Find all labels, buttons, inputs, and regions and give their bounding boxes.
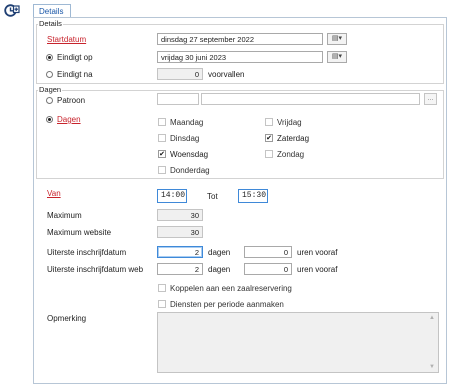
- tot-label: Tot: [207, 192, 218, 201]
- uiterste-dagen-value: 2: [194, 248, 199, 257]
- zondag-checkbox[interactable]: [265, 150, 273, 158]
- maximum-website-label: Maximum website: [47, 228, 112, 237]
- maximum-label: Maximum: [47, 211, 82, 220]
- uiterste-inschrijfdatum-web-label: Uiterste inschrijfdatum web: [47, 265, 144, 274]
- zondag-label: Zondag: [277, 150, 305, 159]
- patroon-radio[interactable]: [46, 97, 53, 104]
- van-time-value: 14:00: [161, 191, 186, 200]
- uiterste-dagen-field[interactable]: 2: [157, 246, 203, 258]
- eindigt-na-value: 0: [194, 70, 199, 79]
- eindigt-op-value: vrijdag 30 juni 2023: [161, 53, 227, 62]
- vrijdag-checkbox[interactable]: [265, 118, 273, 126]
- donderdag-label: Donderdag: [170, 166, 210, 175]
- van-label: Van: [47, 189, 61, 198]
- tot-time-field[interactable]: 15:30: [238, 189, 268, 203]
- maximum-value: 30: [190, 211, 199, 220]
- details-group-title: Details: [38, 19, 63, 28]
- uiterste-uren-value: 0: [283, 248, 288, 257]
- dagen-label: Dagen: [57, 115, 81, 124]
- eindigt-op-field[interactable]: vrijdag 30 juni 2023: [157, 51, 323, 63]
- dinsdag-label: Dinsdag: [170, 134, 200, 143]
- uiterste-inschrijfdatum-label: Uiterste inschrijfdatum: [47, 248, 127, 257]
- eindigt-op-label: Eindigt op: [57, 53, 93, 62]
- uiterste-web-dagen-value: 2: [194, 265, 199, 274]
- eindigt-na-label: Eindigt na: [57, 70, 93, 79]
- maximum-website-field[interactable]: 30: [157, 226, 203, 238]
- maandag-checkbox[interactable]: [158, 118, 166, 126]
- woensdag-checkbox[interactable]: ✔: [158, 150, 166, 158]
- scroll-down-icon[interactable]: ▼: [429, 364, 435, 370]
- startdatum-calendar-button[interactable]: ▤▾: [327, 33, 347, 45]
- diensten-label: Diensten per periode aanmaken: [170, 300, 284, 309]
- koppelen-checkbox[interactable]: [158, 284, 166, 292]
- koppelen-label: Koppelen aan een zaalreservering: [170, 284, 292, 293]
- startdatum-value: dinsdag 27 september 2022: [161, 35, 254, 44]
- dagen-radio[interactable]: [46, 116, 53, 123]
- uiterste-web-uren-field[interactable]: 0: [244, 263, 292, 275]
- eindigt-op-radio[interactable]: [46, 54, 53, 61]
- dagen-group-title: Dagen: [38, 85, 63, 94]
- woensdag-label: Woensdag: [170, 150, 209, 159]
- uiterste-uren-field[interactable]: 0: [244, 246, 292, 258]
- uiterste-dagen-suffix: dagen: [208, 248, 231, 257]
- clock-icon: [4, 4, 20, 17]
- opmerking-label: Opmerking: [47, 314, 87, 323]
- uiterste-uren-suffix: uren vooraf: [297, 248, 338, 257]
- tot-time-value: 15:30: [242, 191, 267, 200]
- patroon-browse-button[interactable]: ...: [424, 93, 437, 105]
- zaterdag-checkbox[interactable]: ✔: [265, 134, 273, 142]
- uiterste-web-uren-value: 0: [283, 265, 288, 274]
- vrijdag-label: Vrijdag: [277, 118, 302, 127]
- patroon-field-2[interactable]: [201, 93, 420, 105]
- scroll-up-icon[interactable]: ▲: [429, 315, 435, 321]
- eindigt-na-field[interactable]: 0: [157, 68, 203, 80]
- eindigt-na-suffix: voorvallen: [208, 70, 245, 79]
- uiterste-web-dagen-suffix: dagen: [208, 265, 231, 274]
- eindigt-op-calendar-button[interactable]: ▤▾: [327, 51, 347, 63]
- patroon-field-1[interactable]: [157, 93, 199, 105]
- diensten-checkbox[interactable]: [158, 300, 166, 308]
- maximum-website-value: 30: [190, 228, 199, 237]
- maximum-field[interactable]: 30: [157, 209, 203, 221]
- dinsdag-checkbox[interactable]: [158, 134, 166, 142]
- uiterste-web-dagen-field[interactable]: 2: [157, 263, 203, 275]
- uiterste-web-uren-suffix: uren vooraf: [297, 265, 338, 274]
- startdatum-label: Startdatum: [47, 35, 87, 44]
- donderdag-checkbox[interactable]: [158, 166, 166, 174]
- patroon-label: Patroon: [57, 96, 86, 105]
- startdatum-field[interactable]: dinsdag 27 september 2022: [157, 33, 323, 45]
- zaterdag-label: Zaterdag: [277, 134, 310, 143]
- van-time-field[interactable]: 14:00: [157, 189, 187, 203]
- maandag-label: Maandag: [170, 118, 204, 127]
- eindigt-na-radio[interactable]: [46, 71, 53, 78]
- opmerking-textarea[interactable]: [157, 312, 439, 373]
- tab-details[interactable]: Details: [33, 4, 71, 18]
